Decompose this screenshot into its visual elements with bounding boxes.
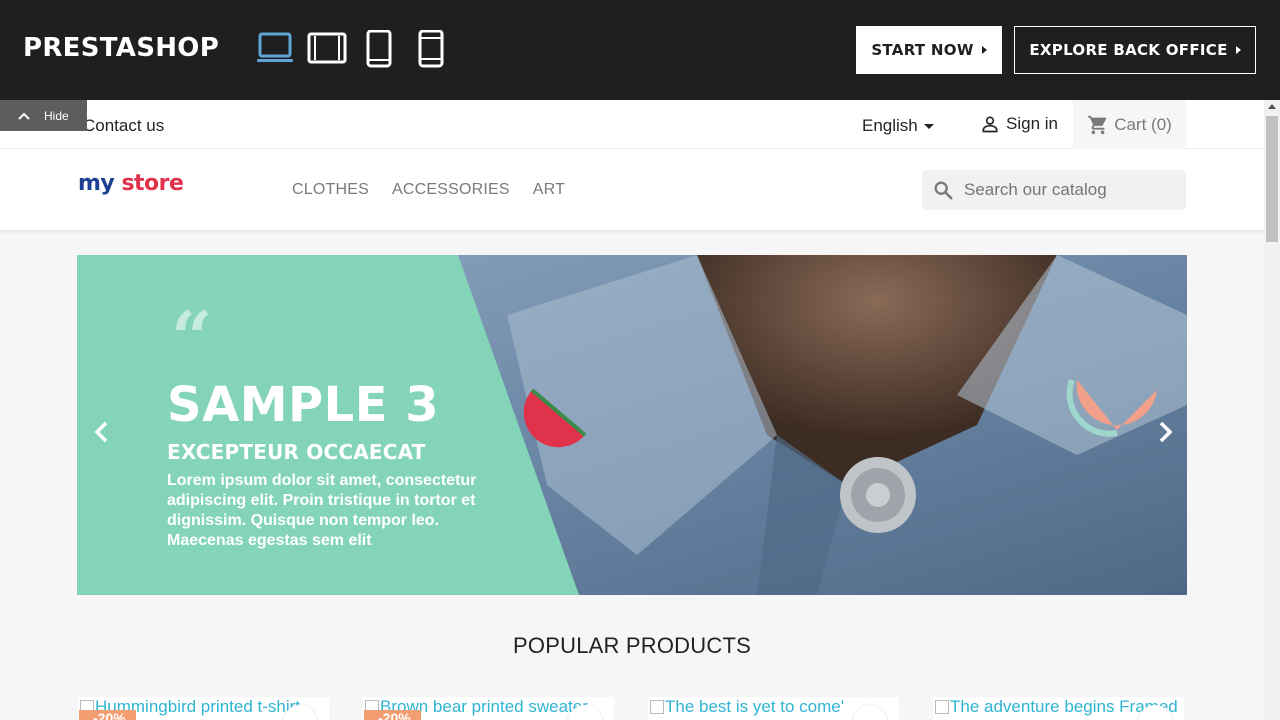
search-icon[interactable] [932,179,954,201]
laptop-icon[interactable] [256,30,294,66]
sign-in-label: Sign in [1006,114,1058,133]
tablet-landscape-icon[interactable] [307,30,347,66]
discount-badge: -20% [364,710,421,720]
caret-right-icon [1235,46,1241,54]
caret-right-icon [981,46,987,54]
hide-label: Hide [44,108,69,123]
slide-description: Lorem ipsum dolor sit amet, consectetur … [167,472,477,549]
slide-title: SAMPLE 3 [167,377,440,433]
quote-mark: “ [171,295,213,380]
user-icon [982,116,998,133]
product-image-alt: The best is yet to come' [665,697,844,716]
product-card[interactable]: Hummingbird printed t-shirt -20% [78,697,329,720]
cart-button[interactable]: Cart (0) [1073,100,1186,149]
carousel-prev-arrow-icon[interactable] [90,420,114,444]
scroll-up-arrow-icon[interactable] [1268,104,1276,109]
product-card[interactable]: Brown bear printed sweater -20% [363,697,614,720]
chevron-up-icon [18,112,30,120]
carousel-next-arrow-icon[interactable] [1153,420,1177,444]
language-selector[interactable]: English [862,116,934,136]
header-nav: Contact us English Sign in Cart (0) [0,100,1264,149]
explore-back-office-button[interactable]: EXPLORE BACK OFFICE [1014,26,1256,74]
logo-word-store: store [121,171,184,196]
caret-down-icon [923,123,934,129]
discount-badge: -20% [79,710,136,720]
header-main: my store CLOTHES ACCESSORIES ART [0,149,1264,230]
menu-item-art[interactable]: ART [533,181,565,199]
scrollbar-thumb[interactable] [1266,116,1278,242]
slide-subtitle: EXCEPTEUR OCCAECAT [167,440,426,464]
sign-in-link[interactable]: Sign in [980,114,1058,134]
cart-label: Cart (0) [1114,114,1172,134]
hide-toolbar-button[interactable]: Hide [0,100,87,131]
menu-item-accessories[interactable]: ACCESSORIES [392,181,510,199]
main-menu: CLOTHES ACCESSORIES ART [292,181,565,199]
search-input[interactable] [964,180,1174,200]
logo-word-my: my [78,171,115,196]
store-preview-frame: Contact us English Sign in Cart (0) my s… [0,100,1264,720]
my-store-logo[interactable]: my store [78,171,184,196]
mobile-icon[interactable] [418,30,444,68]
popular-products-title: POPULAR PRODUCTS [513,633,751,658]
search-widget [922,170,1186,210]
homepage-carousel: “ SAMPLE 3 EXCEPTEUR OCCAECAT Lorem ipsu… [77,255,1187,595]
menu-item-clothes[interactable]: CLOTHES [292,181,369,199]
start-now-button[interactable]: START NOW [856,26,1002,74]
product-card[interactable]: The adventure begins Framed [933,697,1184,720]
start-now-label: START NOW [871,41,974,59]
product-card[interactable]: The best is yet to come' [648,697,899,720]
shopping-cart-icon [1088,115,1107,134]
contact-us-link[interactable]: Contact us [83,116,164,136]
language-label: English [862,116,918,135]
demo-top-bar: PRESTASHOP START NOW EXPLORE BACK OFFICE [0,0,1280,100]
frame-scrollbar[interactable] [1264,100,1280,720]
tablet-portrait-icon[interactable] [366,30,392,68]
prestashop-logo[interactable]: PRESTASHOP [23,33,219,63]
explore-back-office-label: EXPLORE BACK OFFICE [1029,41,1228,59]
